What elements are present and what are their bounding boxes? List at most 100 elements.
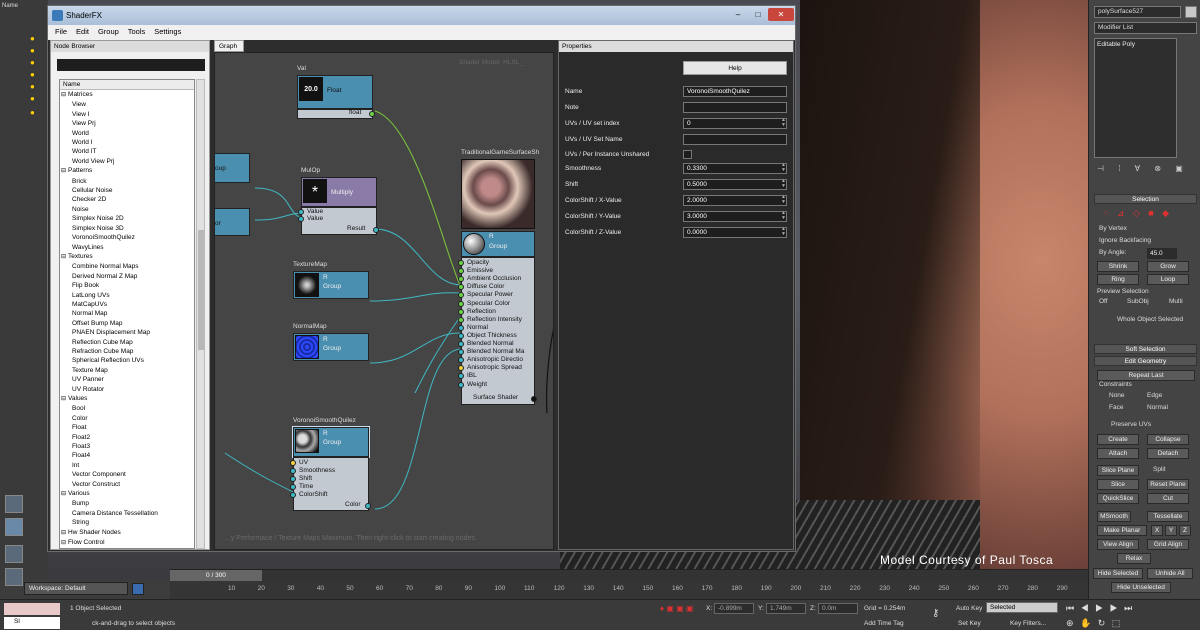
light-icon[interactable]: ● [30,34,44,43]
menu-settings[interactable]: Settings [154,25,181,36]
tree-node-item[interactable]: UV Rotator [60,385,194,394]
object-color-swatch[interactable] [1185,6,1197,18]
constraint-none-radio[interactable]: None [1109,392,1125,399]
auto-key-button[interactable]: Auto Key [956,605,982,612]
workspace-icon[interactable] [132,583,144,595]
tree-node-item[interactable]: World View Prj [60,157,194,166]
rollout-selection[interactable]: Selection [1094,194,1197,204]
time-slider-thumb[interactable]: 0 / 300 [170,570,262,581]
tree-category[interactable]: Patterns [60,166,194,176]
tree-node-item[interactable]: String [60,518,194,527]
input-port[interactable] [290,468,296,474]
tree-node-item[interactable]: View I [60,110,194,119]
layer-tool-icon[interactable] [5,495,23,513]
node-graph-canvas[interactable]: Shader Model: HLSL_ oup or Val 20.0 Floa… [214,52,554,550]
tree-node-item[interactable]: Float2 [60,433,194,442]
by-angle-checkbox[interactable]: By Angle: [1099,249,1126,256]
tree-category[interactable]: Matrices [60,90,194,100]
tree-node-item[interactable]: Cellular Noise [60,186,194,195]
light-icon[interactable]: ● [30,108,44,117]
object-name-field[interactable]: polySurface527 [1094,6,1181,18]
tree-node-item[interactable]: MatCapUVs [60,300,194,309]
window-titlebar[interactable]: ShaderFX – □ ✕ [48,6,795,25]
tree-node-item[interactable]: Texture Map [60,366,194,375]
planar-z-button[interactable]: Z [1179,525,1191,536]
set-key-button[interactable]: Set Key [958,620,981,627]
maximize-button[interactable]: □ [748,8,768,21]
tree-node-item[interactable]: LatLong UVs [60,291,194,300]
preview-subobj-radio[interactable]: SubObj [1127,298,1149,305]
constraint-normal-radio[interactable]: Normal [1147,404,1168,411]
close-button[interactable]: ✕ [768,8,794,21]
tree-category[interactable]: Flow Control [60,538,194,548]
spinner-icon[interactable]: ▲ ▼ [780,179,787,190]
spinner-icon[interactable]: ▲ ▼ [780,211,787,222]
rollout-soft-selection[interactable]: Soft Selection [1094,344,1197,354]
tree-node-item[interactable]: Spherical Reflection UVs [60,356,194,365]
unhide-all-button[interactable]: Unhide All [1147,568,1193,579]
spinner-icon[interactable]: ▲ ▼ [780,118,787,129]
tree-node-item[interactable]: Simplex Noise 3D [60,224,194,233]
create-button[interactable]: Create [1097,434,1139,445]
preview-off-radio[interactable]: Off [1099,298,1108,305]
lock-icon[interactable]: ♦ ▣ ▣ ▣ [660,604,693,613]
output-port[interactable] [369,111,375,117]
tree-node-item[interactable]: WavyLines [60,243,194,252]
tree-node-item[interactable]: Combine Normal Maps [60,262,194,271]
cut-button[interactable]: Cut [1147,493,1189,504]
tree-node-item[interactable]: Refraction Cube Map [60,347,194,356]
property-field[interactable]: 0.0000 [683,227,787,238]
angle-field[interactable]: 45.0 [1147,248,1177,259]
tree-category[interactable]: Various [60,489,194,499]
time-slider[interactable]: 0 / 300 [170,569,1088,581]
tree-node-item[interactable]: Simplex Noise 2D [60,214,194,223]
input-port[interactable] [458,332,464,339]
tree-node-item[interactable]: Derived Normal Z Map [60,272,194,281]
tree-node-item[interactable]: World IT [60,147,194,156]
modifier-list-dropdown[interactable]: Modifier List [1094,22,1197,34]
property-field[interactable]: 2.0000 [683,195,787,206]
input-port[interactable] [298,209,304,215]
tree-node-item[interactable]: Bump [60,499,194,508]
tree-node-item[interactable]: Bool [60,404,194,413]
tree-node-item[interactable]: VoronoiSmoothQuilez [60,233,194,242]
node-search-input[interactable] [57,59,205,71]
output-port[interactable] [531,396,537,402]
hide-unselected-button[interactable]: Hide Unselected [1111,582,1171,593]
tree-node-item[interactable]: Float4 [60,451,194,460]
input-port[interactable] [458,324,464,331]
ignore-backfacing-checkbox[interactable]: Ignore Backfacing [1099,237,1151,244]
light-icon[interactable]: ● [30,82,44,91]
tree-node-item[interactable]: Brick [60,177,194,186]
view-align-button[interactable]: View Align [1097,539,1139,550]
input-port[interactable] [298,216,304,222]
stack-item-editable-poly[interactable]: Editable Poly [1097,41,1135,48]
key-mode-dropdown[interactable]: Selected [986,602,1058,613]
track-bar[interactable]: 10 20 30 40 50 60 70 80 90 100 110 120 130 140 150 160 1… [170,581,1088,599]
light-icon[interactable]: ● [30,70,44,79]
node-tree-column-header[interactable]: Name [60,80,194,90]
input-port[interactable] [458,381,464,388]
tree-node-item[interactable]: Float [60,423,194,432]
tree-category[interactable]: Hw Shader Nodes [60,528,194,538]
key-icon[interactable]: ⚷ [932,608,939,619]
output-port[interactable] [365,503,371,509]
planar-x-button[interactable]: X [1151,525,1163,536]
input-port[interactable] [290,484,296,490]
collapse-button[interactable]: Collapse [1147,434,1189,445]
split-checkbox[interactable]: Split [1153,466,1166,473]
rollout-edit-geometry[interactable]: Edit Geometry [1094,356,1197,366]
tree-node-item[interactable]: View Prj [60,119,194,128]
property-field[interactable]: 3.0000 [683,211,787,222]
property-field[interactable] [683,102,787,113]
tree-node-item[interactable]: Reflection Cube Map [60,338,194,347]
property-checkbox[interactable] [683,150,692,159]
preserve-uvs-checkbox[interactable]: Preserve UVs [1111,421,1151,428]
menu-group[interactable]: Group [98,25,119,36]
tree-node-item[interactable]: Offset Bump Map [60,319,194,328]
detach-button[interactable]: Detach [1147,448,1189,459]
light-icon[interactable]: ● [30,58,44,67]
property-field[interactable]: 0.5000 [683,179,787,190]
tree-node-item[interactable]: View [60,100,194,109]
input-port[interactable] [458,341,464,347]
